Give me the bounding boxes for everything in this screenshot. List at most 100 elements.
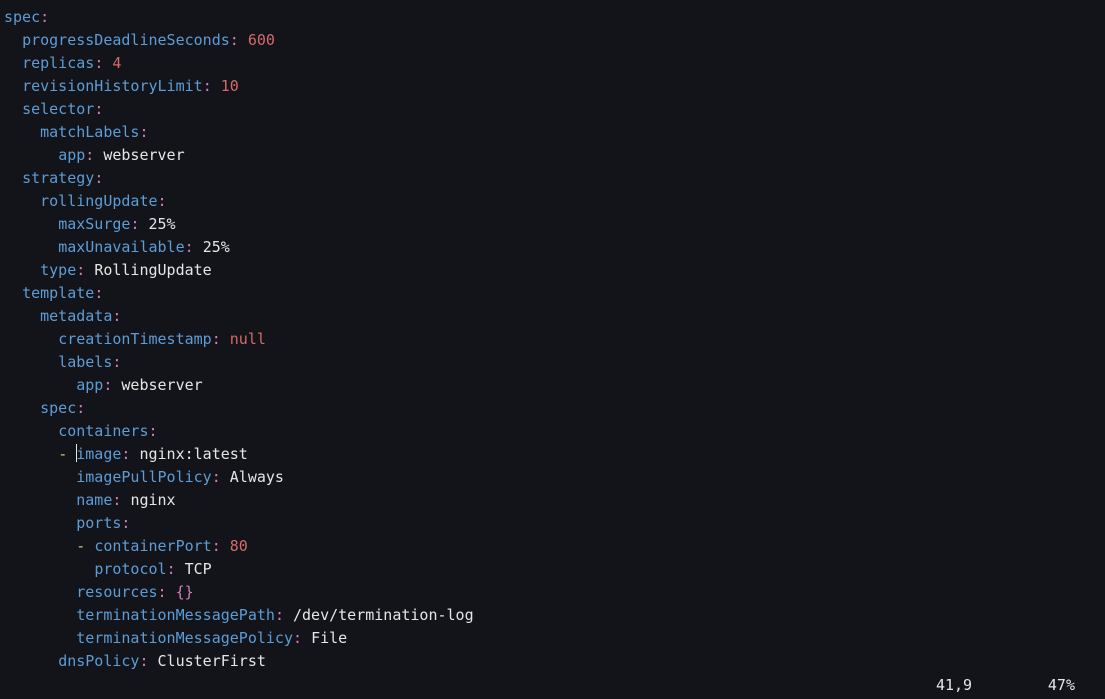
- yaml-punct: :: [40, 8, 49, 26]
- yaml-punct: :: [212, 537, 221, 555]
- yaml-punct: :: [112, 491, 121, 509]
- yaml-key: terminationMessagePolicy: [76, 629, 293, 647]
- code-line[interactable]: terminationMessagePath: /dev/termination…: [4, 604, 1101, 627]
- yaml-key: imagePullPolicy: [76, 468, 211, 486]
- yaml-number: 10: [221, 77, 239, 95]
- code-line[interactable]: matchLabels:: [4, 121, 1101, 144]
- code-line[interactable]: app: webserver: [4, 144, 1101, 167]
- yaml-punct: :: [158, 192, 167, 210]
- yaml-key: rollingUpdate: [40, 192, 157, 210]
- code-line[interactable]: spec:: [4, 6, 1101, 29]
- yaml-value: nginx: [130, 491, 175, 509]
- code-line[interactable]: maxUnavailable: 25%: [4, 236, 1101, 259]
- yaml-value: nginx:latest: [139, 445, 247, 463]
- yaml-key: dnsPolicy: [58, 652, 139, 670]
- code-line[interactable]: dnsPolicy: ClusterFirst: [4, 650, 1101, 673]
- yaml-key: app: [76, 376, 103, 394]
- yaml-value: RollingUpdate: [94, 261, 211, 279]
- code-line[interactable]: progressDeadlineSeconds: 600: [4, 29, 1101, 52]
- yaml-value: 25%: [149, 215, 176, 233]
- code-line[interactable]: ports:: [4, 512, 1101, 535]
- yaml-key: resources: [76, 583, 157, 601]
- yaml-key: name: [76, 491, 112, 509]
- yaml-key: revisionHistoryLimit: [22, 77, 203, 95]
- code-line[interactable]: creationTimestamp: null: [4, 328, 1101, 351]
- code-line[interactable]: - containerPort: 80: [4, 535, 1101, 558]
- code-line[interactable]: type: RollingUpdate: [4, 259, 1101, 282]
- yaml-number: 80: [230, 537, 248, 555]
- yaml-punct: :: [212, 468, 221, 486]
- yaml-punct: :: [103, 376, 112, 394]
- yaml-key: ports: [76, 514, 121, 532]
- yaml-value: File: [311, 629, 347, 647]
- code-line[interactable]: - image: nginx:latest: [4, 443, 1101, 466]
- scroll-percent: 47%: [1025, 674, 1075, 697]
- yaml-punct: :: [275, 606, 284, 624]
- yaml-punct: :: [76, 399, 85, 417]
- code-line[interactable]: rollingUpdate:: [4, 190, 1101, 213]
- code-line[interactable]: metadata:: [4, 305, 1101, 328]
- yaml-key: image: [76, 445, 121, 463]
- yaml-key: strategy: [22, 169, 94, 187]
- code-line[interactable]: replicas: 4: [4, 52, 1101, 75]
- yaml-key: matchLabels: [40, 123, 139, 141]
- yaml-dash: -: [58, 445, 76, 463]
- yaml-punct: :: [203, 77, 212, 95]
- yaml-key: maxUnavailable: [58, 238, 184, 256]
- yaml-punct: :: [121, 514, 130, 532]
- code-line[interactable]: name: nginx: [4, 489, 1101, 512]
- yaml-key: progressDeadlineSeconds: [22, 31, 230, 49]
- yaml-number: 600: [248, 31, 275, 49]
- yaml-key: replicas: [22, 54, 94, 72]
- yaml-key: selector: [22, 100, 94, 118]
- yaml-dash: -: [76, 537, 94, 555]
- yaml-punct: :: [185, 238, 194, 256]
- yaml-key: containerPort: [94, 537, 211, 555]
- yaml-key: metadata: [40, 307, 112, 325]
- code-line[interactable]: app: webserver: [4, 374, 1101, 397]
- yaml-key: protocol: [94, 560, 166, 578]
- yaml-value: ClusterFirst: [158, 652, 266, 670]
- yaml-punct: :: [85, 146, 94, 164]
- code-line[interactable]: strategy:: [4, 167, 1101, 190]
- yaml-punct: :: [94, 100, 103, 118]
- yaml-punct: :: [293, 629, 302, 647]
- yaml-punct: :: [94, 284, 103, 302]
- code-line[interactable]: maxSurge: 25%: [4, 213, 1101, 236]
- yaml-punct: :: [139, 652, 148, 670]
- yaml-key: type: [40, 261, 76, 279]
- yaml-punct: :: [212, 330, 221, 348]
- code-line[interactable]: selector:: [4, 98, 1101, 121]
- code-line[interactable]: revisionHistoryLimit: 10: [4, 75, 1101, 98]
- code-line[interactable]: labels:: [4, 351, 1101, 374]
- code-line[interactable]: spec:: [4, 397, 1101, 420]
- yaml-value: /dev/termination-log: [293, 606, 474, 624]
- code-line[interactable]: terminationMessagePolicy: File: [4, 627, 1101, 650]
- code-line[interactable]: template:: [4, 282, 1101, 305]
- yaml-key: app: [58, 146, 85, 164]
- yaml-punct: :: [94, 169, 103, 187]
- yaml-punct: :: [230, 31, 239, 49]
- status-bar: 41,9 47%: [0, 674, 1105, 697]
- code-line[interactable]: resources: {}: [4, 581, 1101, 604]
- code-line[interactable]: containers:: [4, 420, 1101, 443]
- yaml-value: 25%: [203, 238, 230, 256]
- yaml-punct: :: [76, 261, 85, 279]
- code-line[interactable]: protocol: TCP: [4, 558, 1101, 581]
- yaml-key: creationTimestamp: [58, 330, 212, 348]
- cursor-position: 41,9: [936, 674, 1016, 697]
- yaml-null: null: [230, 330, 266, 348]
- yaml-key: maxSurge: [58, 215, 130, 233]
- yaml-key: template: [22, 284, 94, 302]
- yaml-punct: :: [158, 583, 167, 601]
- code-editor[interactable]: spec: progressDeadlineSeconds: 600 repli…: [0, 0, 1105, 673]
- code-line[interactable]: imagePullPolicy: Always: [4, 466, 1101, 489]
- yaml-punct: :: [94, 54, 103, 72]
- yaml-punct: :: [112, 307, 121, 325]
- yaml-punct: :: [112, 353, 121, 371]
- yaml-value: Always: [230, 468, 284, 486]
- yaml-number: 4: [112, 54, 121, 72]
- yaml-punct: :: [121, 445, 130, 463]
- yaml-key: terminationMessagePath: [76, 606, 275, 624]
- yaml-punct: :: [149, 422, 158, 440]
